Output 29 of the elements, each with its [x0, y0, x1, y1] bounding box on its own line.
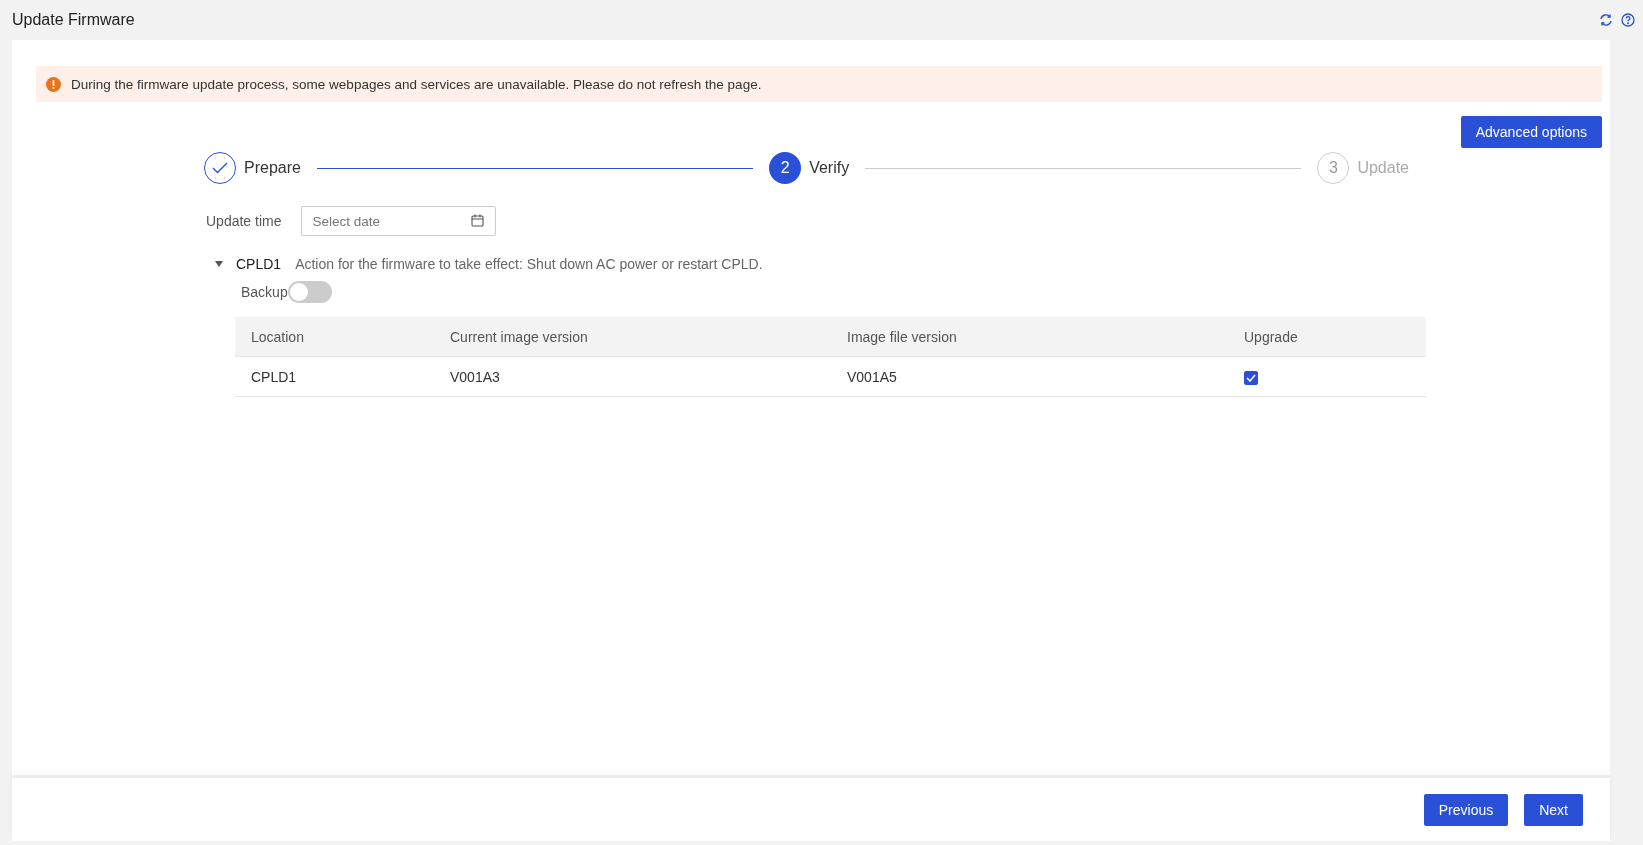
step-circle: 2: [769, 152, 802, 184]
component-note: Action for the firmware to take effect: Shut down AC power or restart CPLD.: [295, 256, 763, 272]
help-icon[interactable]: [1621, 13, 1635, 27]
next-button[interactable]: Next: [1524, 793, 1583, 826]
upgrade-checkbox[interactable]: [1244, 370, 1258, 385]
refresh-icon[interactable]: [1599, 13, 1613, 27]
column-header: Current image version: [434, 317, 831, 357]
step-label: Verify: [809, 159, 850, 177]
table-cell: CPLD1: [235, 356, 434, 397]
backup-label: Backup: [241, 284, 288, 300]
component-name: CPLD1: [236, 256, 282, 272]
warning-text: During the firmware update process, some webpages and services are unavailable. Please do not refresh the page.: [71, 76, 762, 92]
caret-icon[interactable]: [214, 260, 224, 268]
backup-toggle[interactable]: [287, 281, 332, 303]
column-header: Image file version: [831, 317, 1228, 357]
column-header: Upgrade: [1228, 317, 1426, 357]
table-cell: V001A3: [434, 356, 831, 397]
table-cell: V001A5: [831, 356, 1228, 397]
step-label: Update: [1357, 159, 1409, 177]
date-field[interactable]: Select date: [301, 206, 497, 236]
advanced-options-button[interactable]: Advanced options: [1460, 116, 1602, 148]
page-title: Update Firmware: [12, 11, 135, 29]
check-icon: [212, 162, 228, 174]
column-header: Location: [235, 317, 434, 357]
previous-button[interactable]: Previous: [1423, 793, 1509, 826]
step-label: Prepare: [244, 159, 301, 177]
calendar-icon: [471, 214, 485, 227]
field-label: Update time: [206, 213, 282, 229]
warning-icon: [46, 76, 61, 92]
